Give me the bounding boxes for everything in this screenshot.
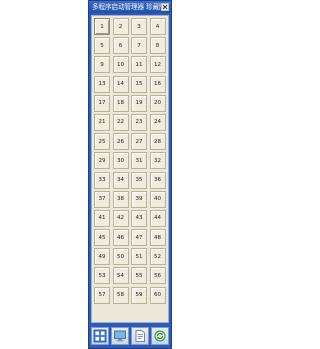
apps-button[interactable] xyxy=(91,327,109,345)
program-slot-49[interactable]: 49 xyxy=(94,248,110,266)
program-slot-39[interactable]: 39 xyxy=(131,190,147,208)
program-slot-40[interactable]: 40 xyxy=(149,190,166,208)
refresh-button[interactable] xyxy=(151,327,169,345)
program-slot-4[interactable]: 4 xyxy=(149,18,166,35)
program-slot-26[interactable]: 26 xyxy=(112,133,129,151)
program-slot-42[interactable]: 42 xyxy=(112,209,129,227)
program-slot-13[interactable]: 13 xyxy=(94,75,110,93)
program-slot-37[interactable]: 37 xyxy=(94,190,110,208)
program-slot-50[interactable]: 50 xyxy=(112,248,129,266)
program-slot-23[interactable]: 23 xyxy=(131,113,147,131)
program-slot-41[interactable]: 41 xyxy=(94,209,110,227)
program-slot-25[interactable]: 25 xyxy=(94,133,110,151)
program-slot-54[interactable]: 54 xyxy=(112,267,129,285)
launcher-window: 多程序启动管理器 珍藏版 1 2 3 4 5 6 7 8 9 10 11 12 … xyxy=(88,0,172,349)
monitor-icon xyxy=(114,330,126,342)
apps-icon xyxy=(93,329,107,343)
program-slot-51[interactable]: 51 xyxy=(131,248,147,266)
program-slot-45[interactable]: 45 xyxy=(94,229,110,247)
program-slot-21[interactable]: 21 xyxy=(94,113,110,131)
close-button[interactable] xyxy=(161,3,169,11)
program-slot-8[interactable]: 8 xyxy=(149,37,166,55)
program-slot-29[interactable]: 29 xyxy=(94,152,110,170)
program-slot-7[interactable]: 7 xyxy=(131,37,147,55)
program-slot-38[interactable]: 38 xyxy=(112,190,129,208)
program-slot-grid: 1 2 3 4 5 6 7 8 9 10 11 12 13 14 15 16 1… xyxy=(94,18,166,304)
program-slot-44[interactable]: 44 xyxy=(149,209,166,227)
program-slot-55[interactable]: 55 xyxy=(131,267,147,285)
program-slot-32[interactable]: 32 xyxy=(149,152,166,170)
window-title: 多程序启动管理器 珍藏版 xyxy=(92,3,166,11)
program-slot-53[interactable]: 53 xyxy=(94,267,110,285)
program-slot-60[interactable]: 60 xyxy=(149,286,166,304)
program-slot-14[interactable]: 14 xyxy=(112,75,129,93)
program-slot-59[interactable]: 59 xyxy=(131,286,147,304)
program-slot-20[interactable]: 20 xyxy=(149,94,166,112)
program-slot-19[interactable]: 19 xyxy=(131,94,147,112)
program-slot-52[interactable]: 52 xyxy=(149,248,166,266)
program-slot-5[interactable]: 5 xyxy=(94,37,110,55)
program-slot-12[interactable]: 12 xyxy=(149,56,166,74)
program-slot-58[interactable]: 58 xyxy=(112,286,129,304)
document-icon xyxy=(135,330,145,342)
program-slot-17[interactable]: 17 xyxy=(94,94,110,112)
program-slot-2[interactable]: 2 xyxy=(112,18,129,35)
program-slot-11[interactable]: 11 xyxy=(131,56,147,74)
program-slot-48[interactable]: 48 xyxy=(149,229,166,247)
program-slot-27[interactable]: 27 xyxy=(131,133,147,151)
document-button[interactable] xyxy=(131,327,149,345)
program-slot-35[interactable]: 35 xyxy=(131,171,147,189)
program-slot-panel: 1 2 3 4 5 6 7 8 9 10 11 12 13 14 15 16 1… xyxy=(91,15,169,323)
program-slot-30[interactable]: 30 xyxy=(112,152,129,170)
program-slot-34[interactable]: 34 xyxy=(112,171,129,189)
program-slot-6[interactable]: 6 xyxy=(112,37,129,55)
bottom-toolbar xyxy=(91,325,169,347)
program-slot-57[interactable]: 57 xyxy=(94,286,110,304)
refresh-icon xyxy=(154,330,166,342)
program-slot-43[interactable]: 43 xyxy=(131,209,147,227)
program-slot-33[interactable]: 33 xyxy=(94,171,110,189)
program-slot-31[interactable]: 31 xyxy=(131,152,147,170)
program-slot-22[interactable]: 22 xyxy=(112,113,129,131)
program-slot-15[interactable]: 15 xyxy=(131,75,147,93)
program-slot-28[interactable]: 28 xyxy=(149,133,166,151)
program-slot-56[interactable]: 56 xyxy=(149,267,166,285)
program-slot-1[interactable]: 1 xyxy=(94,18,110,35)
program-slot-47[interactable]: 47 xyxy=(131,229,147,247)
program-slot-36[interactable]: 36 xyxy=(149,171,166,189)
program-slot-10[interactable]: 10 xyxy=(112,56,129,74)
close-icon xyxy=(162,4,168,10)
monitor-button[interactable] xyxy=(111,327,129,345)
title-bar[interactable]: 多程序启动管理器 珍藏版 xyxy=(89,1,171,13)
program-slot-18[interactable]: 18 xyxy=(112,94,129,112)
program-slot-16[interactable]: 16 xyxy=(149,75,166,93)
program-slot-24[interactable]: 24 xyxy=(149,113,166,131)
program-slot-9[interactable]: 9 xyxy=(94,56,110,74)
program-slot-46[interactable]: 46 xyxy=(112,229,129,247)
program-slot-3[interactable]: 3 xyxy=(131,18,147,35)
